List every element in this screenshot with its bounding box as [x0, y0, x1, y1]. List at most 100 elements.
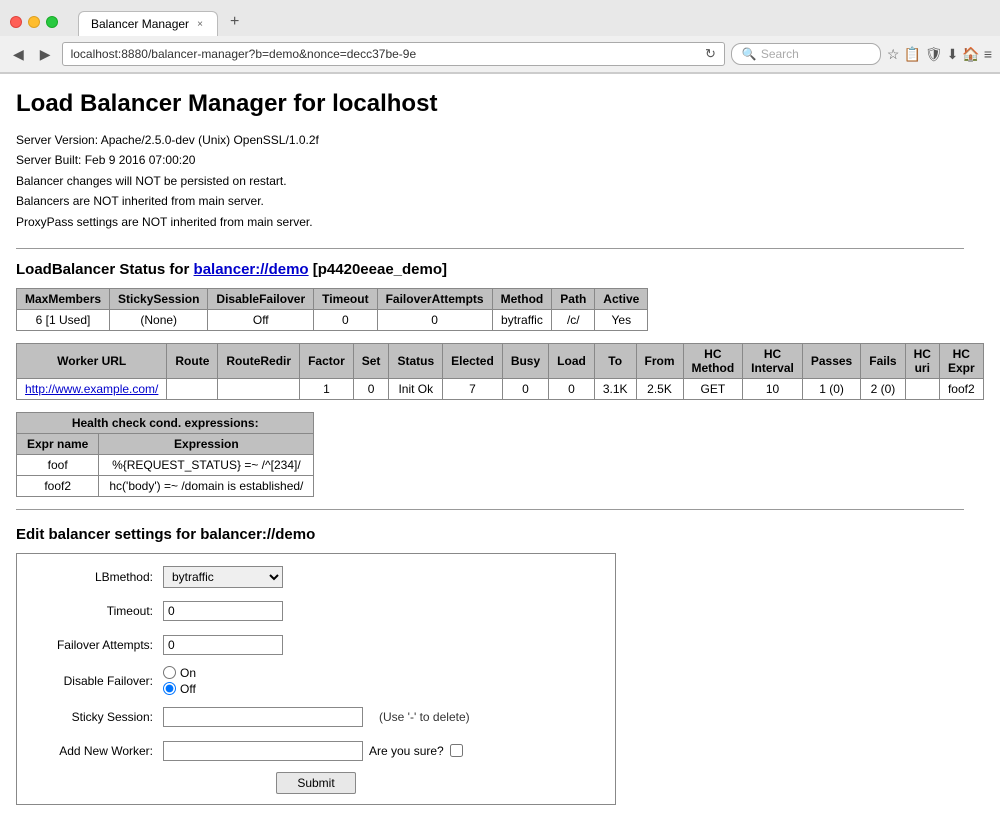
- add-worker-input[interactable]: [163, 741, 363, 761]
- disable-failover-on-radio[interactable]: [163, 666, 176, 679]
- wh-hcmethod: HC Method: [683, 343, 743, 378]
- add-worker-confirm-checkbox[interactable]: [450, 744, 463, 757]
- add-worker-control: Are you sure?: [163, 741, 599, 761]
- hc-name-1: foof2: [17, 475, 99, 496]
- refresh-icon[interactable]: ↻: [705, 46, 716, 62]
- wd-to: 3.1K: [594, 378, 636, 399]
- cell-disablefailover: Off: [208, 309, 314, 330]
- col-path: Path: [552, 288, 595, 309]
- download-icon[interactable]: ⬇: [947, 46, 959, 63]
- col-stickysession: StickySession: [110, 288, 208, 309]
- tab-close-icon[interactable]: ×: [197, 19, 203, 30]
- hc-expr-0: %{REQUEST_STATUS} =~ /^[234]/: [99, 454, 314, 475]
- wh-hcuri: HC uri: [905, 343, 939, 378]
- hc-row-0: foof %{REQUEST_STATUS} =~ /^[234]/: [17, 454, 314, 475]
- lbmethod-label: LBmethod:: [33, 570, 163, 584]
- notice-proxypass: ProxyPass settings are NOT inherited fro…: [16, 212, 964, 232]
- divider-1: [16, 248, 964, 249]
- col-method: Method: [492, 288, 552, 309]
- reading-list-icon[interactable]: 📋: [903, 46, 920, 63]
- wd-load: 0: [549, 378, 595, 399]
- window-controls: [10, 16, 58, 28]
- sticky-session-input[interactable]: [163, 707, 363, 727]
- hc-title: Health check cond. expressions:: [17, 412, 314, 433]
- search-bar[interactable]: 🔍 Search: [731, 43, 881, 65]
- hc-title-row: Health check cond. expressions:: [17, 412, 314, 433]
- disable-failover-off-label: Off: [180, 682, 196, 696]
- hc-expr-1: hc('body') =~ /domain is established/: [99, 475, 314, 496]
- active-tab[interactable]: Balancer Manager ×: [78, 11, 218, 36]
- wh-load: Load: [549, 343, 595, 378]
- title-bar: Balancer Manager × +: [0, 0, 1000, 36]
- wh-status: Status: [389, 343, 443, 378]
- forward-button[interactable]: ▶: [35, 44, 56, 65]
- wd-from: 2.5K: [636, 378, 683, 399]
- back-button[interactable]: ◀: [8, 44, 29, 65]
- wd-factor: 1: [300, 378, 354, 399]
- wd-hcuri: [905, 378, 939, 399]
- disable-failover-label: Disable Failover:: [33, 674, 163, 688]
- lbmethod-control: bytraffic byrequests bybusyness heartbea…: [163, 566, 599, 588]
- page-title: Load Balancer Manager for localhost: [16, 90, 964, 118]
- failover-label: Failover Attempts:: [33, 638, 163, 652]
- lbmethod-select[interactable]: bytraffic byrequests bybusyness heartbea…: [163, 566, 283, 588]
- edit-form-box: LBmethod: bytraffic byrequests bybusynes…: [16, 553, 616, 805]
- wd-busy: 0: [502, 378, 548, 399]
- browser-chrome: Balancer Manager × + ◀ ▶ localhost:8880/…: [0, 0, 1000, 74]
- close-window-btn[interactable]: [10, 16, 22, 28]
- wh-set: Set: [353, 343, 389, 378]
- cell-active: Yes: [595, 309, 648, 330]
- menu-icon[interactable]: ≡: [984, 46, 992, 62]
- maximize-window-btn[interactable]: [46, 16, 58, 28]
- workers-table: Worker URL Route RouteRedir Factor Set S…: [16, 343, 984, 400]
- address-bar[interactable]: localhost:8880/balancer-manager?b=demo&n…: [62, 42, 725, 66]
- form-row-failover: Failover Attempts:: [33, 632, 599, 658]
- wd-hcinterval: 10: [743, 378, 803, 399]
- star-icon[interactable]: ☆: [887, 46, 900, 63]
- wh-url: Worker URL: [17, 343, 167, 378]
- balancer-status-table: MaxMembers StickySession DisableFailover…: [16, 288, 648, 331]
- failover-control: [163, 635, 599, 655]
- disable-failover-radio-group: On Off: [163, 666, 196, 696]
- balancer-link[interactable]: balancer://demo: [194, 261, 309, 278]
- wd-route: [167, 378, 218, 399]
- home-icon[interactable]: 🏠: [962, 46, 979, 63]
- minimize-window-btn[interactable]: [28, 16, 40, 28]
- disable-failover-off-row: Off: [163, 682, 196, 696]
- form-row-disable-failover: Disable Failover: On Off: [33, 666, 599, 696]
- wd-set: 0: [353, 378, 389, 399]
- wh-hcexpr: HC Expr: [939, 343, 983, 378]
- cell-maxmembers: 6 [1 Used]: [17, 309, 110, 330]
- tab-title: Balancer Manager: [91, 17, 189, 31]
- wd-routeredir: [218, 378, 300, 399]
- failover-input[interactable]: [163, 635, 283, 655]
- hc-row-1: foof2 hc('body') =~ /domain is establish…: [17, 475, 314, 496]
- wh-hcinterval: HC Interval: [743, 343, 803, 378]
- search-label: Search: [761, 47, 799, 61]
- server-built: Server Built: Feb 9 2016 07:00:20: [16, 150, 964, 170]
- edit-section: Edit balancer settings for balancer://de…: [16, 526, 964, 805]
- shield-icon[interactable]: 🛡: [925, 46, 943, 63]
- wd-hcmethod: GET: [683, 378, 743, 399]
- disable-failover-off-radio[interactable]: [163, 682, 176, 695]
- wh-to: To: [594, 343, 636, 378]
- col-timeout: Timeout: [314, 288, 377, 309]
- add-worker-label: Add New Worker:: [33, 744, 163, 758]
- timeout-input[interactable]: [163, 601, 283, 621]
- worker-url-link[interactable]: http://www.example.com/: [25, 382, 158, 396]
- submit-button[interactable]: Submit: [276, 772, 355, 794]
- form-row-lbmethod: LBmethod: bytraffic byrequests bybusynes…: [33, 564, 599, 590]
- wd-status: Init Ok: [389, 378, 443, 399]
- disable-failover-control: On Off: [163, 666, 599, 696]
- notice-inherit: Balancers are NOT inherited from main se…: [16, 191, 964, 211]
- new-tab-button[interactable]: +: [222, 8, 247, 36]
- page-content: Load Balancer Manager for localhost Serv…: [0, 74, 980, 821]
- form-row-add-worker: Add New Worker: Are you sure?: [33, 738, 599, 764]
- wh-busy: Busy: [502, 343, 548, 378]
- disable-failover-on-row: On: [163, 666, 196, 680]
- sticky-session-control: (Use '-' to delete): [163, 707, 599, 727]
- wh-routeredir: RouteRedir: [218, 343, 300, 378]
- wd-url: http://www.example.com/: [17, 378, 167, 399]
- balancer-heading-suffix: [p4420eeae_demo]: [309, 261, 447, 278]
- sticky-session-label: Sticky Session:: [33, 710, 163, 724]
